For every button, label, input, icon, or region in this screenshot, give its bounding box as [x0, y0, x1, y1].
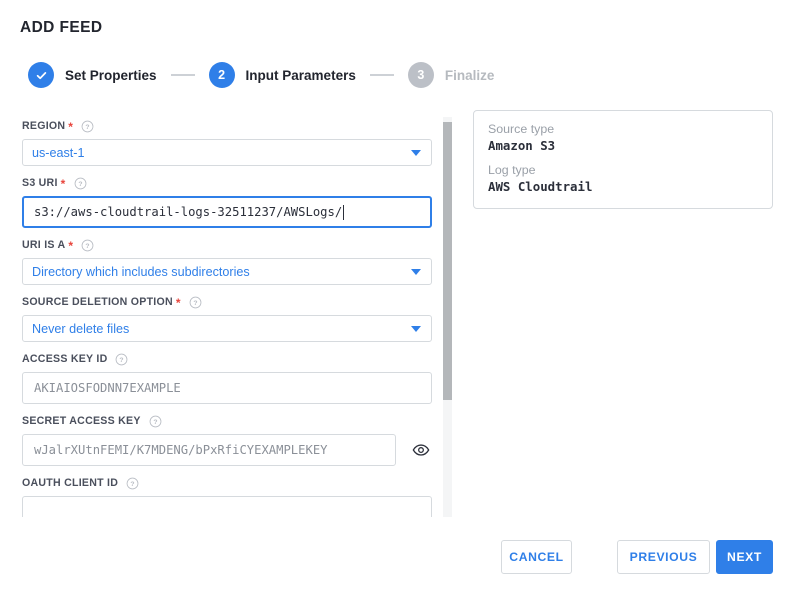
summary-row-log-type: Log type AWS Cloudtrail — [488, 163, 758, 194]
access-key-id-input[interactable]: AKIAIOSFODNN7EXAMPLE — [22, 372, 432, 404]
access-key-id-placeholder: AKIAIOSFODNN7EXAMPLE — [34, 381, 181, 395]
oauth-client-id-input[interactable] — [22, 496, 432, 517]
help-circle-icon[interactable]: ? — [115, 353, 128, 366]
page-title: ADD FEED — [20, 19, 103, 36]
field-oauth-client-id-control-row — [22, 496, 436, 517]
svg-text:?: ? — [78, 181, 82, 188]
step-2-label: Input Parameters — [245, 67, 356, 83]
field-s3-uri-label: S3 URI * ? — [22, 176, 436, 190]
field-s3-uri-label-text: S3 URI — [22, 177, 58, 189]
s3-uri-input-value: s3://aws-cloudtrail-logs-32511237/AWSLog… — [34, 205, 343, 219]
region-select[interactable]: us-east-1 — [22, 139, 432, 166]
summary-source-type-key: Source type — [488, 122, 555, 136]
stepper-connector-2 — [369, 74, 394, 76]
field-source-deletion-option-label-text: SOURCE DELETION OPTION — [22, 296, 173, 308]
stepper-connector-1 — [170, 74, 195, 76]
help-circle-icon[interactable]: ? — [126, 477, 139, 490]
field-uri-is-a-label: URI IS A * ? — [22, 238, 436, 252]
chevron-down-icon — [411, 268, 421, 275]
field-uri-is-a-control-row: Directory which includes subdirectories — [22, 258, 436, 285]
previous-button[interactable]: PREVIOUS — [617, 540, 710, 574]
step-2-bullet: 2 — [208, 62, 235, 88]
required-asterisk: * — [175, 296, 181, 310]
field-access-key-id-control-row: AKIAIOSFODNN7EXAMPLE — [22, 372, 436, 404]
secret-access-key-input[interactable]: wJalrXUtnFEMI/K7MDENG/bPxRfiCYEXAMPLEKEY — [22, 434, 396, 466]
source-deletion-option-select[interactable]: Never delete files — [22, 315, 432, 342]
svg-text:?: ? — [130, 481, 134, 488]
form-scrollbar-track[interactable] — [443, 117, 452, 517]
chevron-down-icon — [411, 325, 421, 332]
field-source-deletion-option-control-row: Never delete files — [22, 315, 436, 342]
form-scrollbar-thumb[interactable] — [443, 122, 452, 400]
svg-text:?: ? — [86, 124, 90, 131]
required-asterisk: * — [68, 120, 74, 134]
summary-log-type-value: AWS Cloudtrail — [488, 179, 593, 194]
field-access-key-id-label-text: ACCESS KEY ID — [22, 353, 108, 365]
field-oauth-client-id-label-text: OAUTH CLIENT ID — [22, 477, 119, 489]
wizard-footer: CANCEL PREVIOUS NEXT — [0, 540, 796, 576]
help-circle-icon[interactable]: ? — [74, 177, 87, 190]
field-uri-is-a-label-text: URI IS A — [22, 239, 66, 251]
field-secret-access-key-control-row: wJalrXUtnFEMI/K7MDENG/bPxRfiCYEXAMPLEKEY — [22, 434, 436, 466]
field-region-control-row: us-east-1 — [22, 139, 436, 166]
help-circle-icon[interactable]: ? — [149, 415, 162, 428]
field-region: REGION * ? us-east-1 — [0, 119, 436, 166]
field-region-label: REGION * ? — [22, 119, 436, 133]
step-3-bullet: 3 — [407, 62, 434, 88]
uri-is-a-select-value: Directory which includes subdirectories — [32, 264, 250, 279]
required-asterisk: * — [68, 239, 74, 253]
svg-text:?: ? — [120, 357, 124, 364]
s3-uri-input[interactable]: s3://aws-cloudtrail-logs-32511237/AWSLog… — [22, 196, 432, 228]
svg-text:?: ? — [153, 419, 157, 426]
field-oauth-client-id: OAUTH CLIENT ID ? — [0, 476, 436, 517]
field-uri-is-a: URI IS A * ? Directory which includes su… — [0, 238, 436, 285]
field-secret-access-key-label: SECRET ACCESS KEY ? — [22, 414, 436, 428]
field-source-deletion-option: SOURCE DELETION OPTION * ? Never delete … — [0, 295, 436, 342]
summary-row-source-type: Source type Amazon S3 — [488, 122, 758, 153]
source-summary-panel: Source type Amazon S3 Log type AWS Cloud… — [473, 110, 773, 209]
source-deletion-option-select-value: Never delete files — [32, 321, 130, 336]
form-scroll-pane: REGION * ? us-east-1 S3 URI * ? s3://aws… — [0, 113, 452, 517]
text-cursor — [343, 204, 345, 220]
step-1-label: Set Properties — [65, 67, 157, 83]
help-circle-icon[interactable]: ? — [81, 239, 94, 252]
help-circle-icon[interactable]: ? — [81, 120, 94, 133]
chevron-down-icon — [411, 149, 421, 156]
eye-icon[interactable] — [412, 441, 430, 459]
uri-is-a-select[interactable]: Directory which includes subdirectories — [22, 258, 432, 285]
secret-access-key-placeholder: wJalrXUtnFEMI/K7MDENG/bPxRfiCYEXAMPLEKEY — [34, 443, 328, 457]
field-s3-uri-control-row: s3://aws-cloudtrail-logs-32511237/AWSLog… — [22, 196, 436, 228]
step-3-label: Finalize — [444, 67, 495, 83]
step-1-bullet — [28, 62, 54, 88]
field-secret-access-key: SECRET ACCESS KEY ? wJalrXUtnFEMI/K7MDEN… — [0, 414, 436, 466]
svg-text:?: ? — [193, 300, 197, 307]
wizard-stepper: Set Properties 2 Input Parameters 3 Fina… — [28, 62, 494, 88]
stepper-step-input-parameters[interactable]: 2 Input Parameters — [208, 62, 356, 88]
check-icon — [36, 71, 46, 79]
cancel-button[interactable]: CANCEL — [501, 540, 572, 574]
stepper-step-set-properties[interactable]: Set Properties — [28, 62, 157, 88]
summary-log-type-key: Log type — [488, 163, 536, 177]
required-asterisk: * — [60, 177, 66, 191]
help-circle-icon[interactable]: ? — [189, 296, 202, 309]
field-secret-access-key-label-text: SECRET ACCESS KEY — [22, 415, 141, 427]
field-source-deletion-option-label: SOURCE DELETION OPTION * ? — [22, 295, 436, 309]
summary-source-type-value: Amazon S3 — [488, 138, 556, 153]
next-button[interactable]: NEXT — [716, 540, 773, 574]
form-fields-container: REGION * ? us-east-1 S3 URI * ? s3://aws… — [0, 113, 436, 517]
svg-text:?: ? — [86, 243, 90, 250]
field-s3-uri: S3 URI * ? s3://aws-cloudtrail-logs-3251… — [0, 176, 436, 228]
field-access-key-id: ACCESS KEY ID ? AKIAIOSFODNN7EXAMPLE — [0, 352, 436, 404]
field-access-key-id-label: ACCESS KEY ID ? — [22, 352, 436, 366]
field-oauth-client-id-label: OAUTH CLIENT ID ? — [22, 476, 436, 490]
stepper-step-finalize[interactable]: 3 Finalize — [407, 62, 495, 88]
field-region-label-text: REGION — [22, 120, 66, 132]
region-select-value: us-east-1 — [32, 145, 85, 160]
